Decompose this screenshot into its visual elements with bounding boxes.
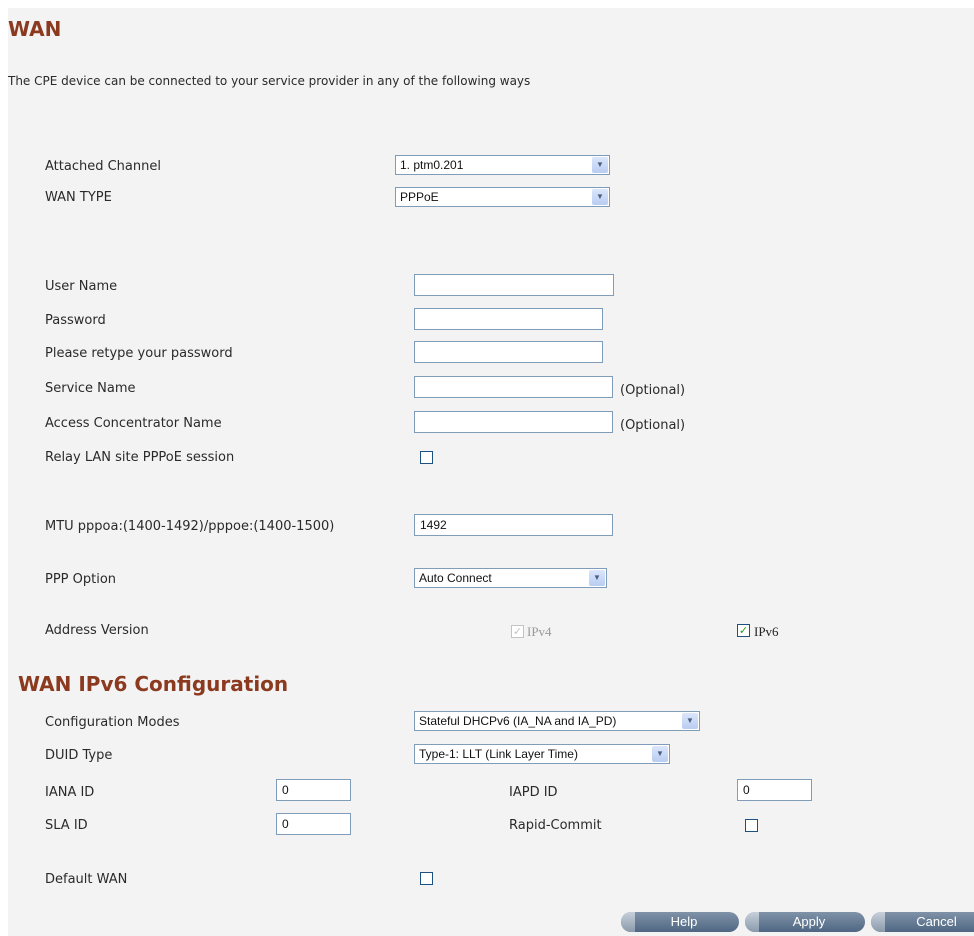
config-modes-label: Configuration Modes xyxy=(45,715,180,730)
iana-id-input[interactable]: 0 xyxy=(276,779,351,801)
cancel-button-label: Cancel xyxy=(916,914,957,929)
password-input[interactable] xyxy=(414,308,603,330)
apply-button[interactable]: Apply xyxy=(745,912,865,932)
chevron-down-icon: ▼ xyxy=(682,713,698,729)
duid-type-select[interactable]: Type-1: LLT (Link Layer Time) ▼ xyxy=(414,744,670,764)
apply-button-label: Apply xyxy=(792,914,826,929)
ppp-option-select[interactable]: Auto Connect ▼ xyxy=(414,568,607,588)
rapid-commit-label: Rapid-Commit xyxy=(509,818,602,833)
ac-name-input[interactable] xyxy=(414,411,613,433)
chevron-down-icon: ▼ xyxy=(589,570,605,586)
ipv4-checkbox: ✓ xyxy=(511,625,524,638)
username-label: User Name xyxy=(45,279,118,294)
cancel-button[interactable]: Cancel xyxy=(871,912,974,932)
address-version-label: Address Version xyxy=(45,623,149,638)
config-modes-select[interactable]: Stateful DHCPv6 (IA_NA and IA_PD) ▼ xyxy=(414,711,700,731)
config-modes-value: Stateful DHCPv6 (IA_NA and IA_PD) xyxy=(419,714,617,728)
page-title: WAN xyxy=(8,17,62,41)
chevron-down-icon: ▼ xyxy=(592,189,608,205)
duid-type-value: Type-1: LLT (Link Layer Time) xyxy=(419,747,578,761)
ac-name-label: Access Concentrator Name xyxy=(45,416,222,431)
iapd-id-label: IAPD ID xyxy=(509,785,558,800)
ppp-option-label: PPP Option xyxy=(45,572,117,587)
ac-name-optional-hint: (Optional) xyxy=(620,418,686,433)
iapd-id-input[interactable]: 0 xyxy=(737,779,812,801)
sla-id-label: SLA ID xyxy=(45,818,88,833)
mtu-input[interactable]: 1492 xyxy=(414,514,613,536)
retype-password-input[interactable] xyxy=(414,341,603,363)
iana-id-label: IANA ID xyxy=(45,785,95,800)
ipv6-label: IPv6 xyxy=(754,624,779,639)
checkmark-icon: ✓ xyxy=(512,625,523,638)
checkmark-icon: ✓ xyxy=(738,624,749,637)
password-label: Password xyxy=(45,313,106,328)
ipv6-checkbox[interactable]: ✓ xyxy=(737,624,750,637)
service-name-label: Service Name xyxy=(45,381,136,396)
default-wan-label: Default WAN xyxy=(45,872,128,887)
service-name-input[interactable] xyxy=(414,376,613,398)
retype-password-label: Please retype your password xyxy=(45,346,233,361)
wan-type-label: WAN TYPE xyxy=(45,190,112,205)
ipv4-label: IPv4 xyxy=(527,624,552,639)
username-input[interactable] xyxy=(414,274,614,296)
chevron-down-icon: ▼ xyxy=(652,746,668,762)
help-button-label: Help xyxy=(670,914,698,929)
chevron-down-icon: ▼ xyxy=(592,157,608,173)
mtu-label: MTU pppoa:(1400-1492)/pppoe:(1400-1500) xyxy=(45,519,335,534)
sla-id-input[interactable]: 0 xyxy=(276,813,351,835)
attached-channel-select[interactable]: 1. ptm0.201 ▼ xyxy=(395,155,610,175)
help-button[interactable]: Help xyxy=(621,912,739,932)
wan-type-value: PPPoE xyxy=(400,190,439,204)
relay-pppoe-checkbox[interactable] xyxy=(420,451,433,464)
attached-channel-value: 1. ptm0.201 xyxy=(400,158,464,172)
default-wan-checkbox[interactable] xyxy=(420,872,433,885)
attached-channel-label: Attached Channel xyxy=(45,159,161,174)
wan-panel xyxy=(8,8,974,936)
service-name-optional-hint: (Optional) xyxy=(620,383,686,398)
rapid-commit-checkbox[interactable] xyxy=(745,819,758,832)
page-description: The CPE device can be connected to your … xyxy=(8,74,531,88)
ipv6-section-title: WAN IPv6 Configuration xyxy=(18,672,289,696)
ppp-option-value: Auto Connect xyxy=(419,571,492,585)
wan-type-select[interactable]: PPPoE ▼ xyxy=(395,187,610,207)
relay-pppoe-label: Relay LAN site PPPoE session xyxy=(45,450,235,465)
duid-type-label: DUID Type xyxy=(45,748,113,763)
